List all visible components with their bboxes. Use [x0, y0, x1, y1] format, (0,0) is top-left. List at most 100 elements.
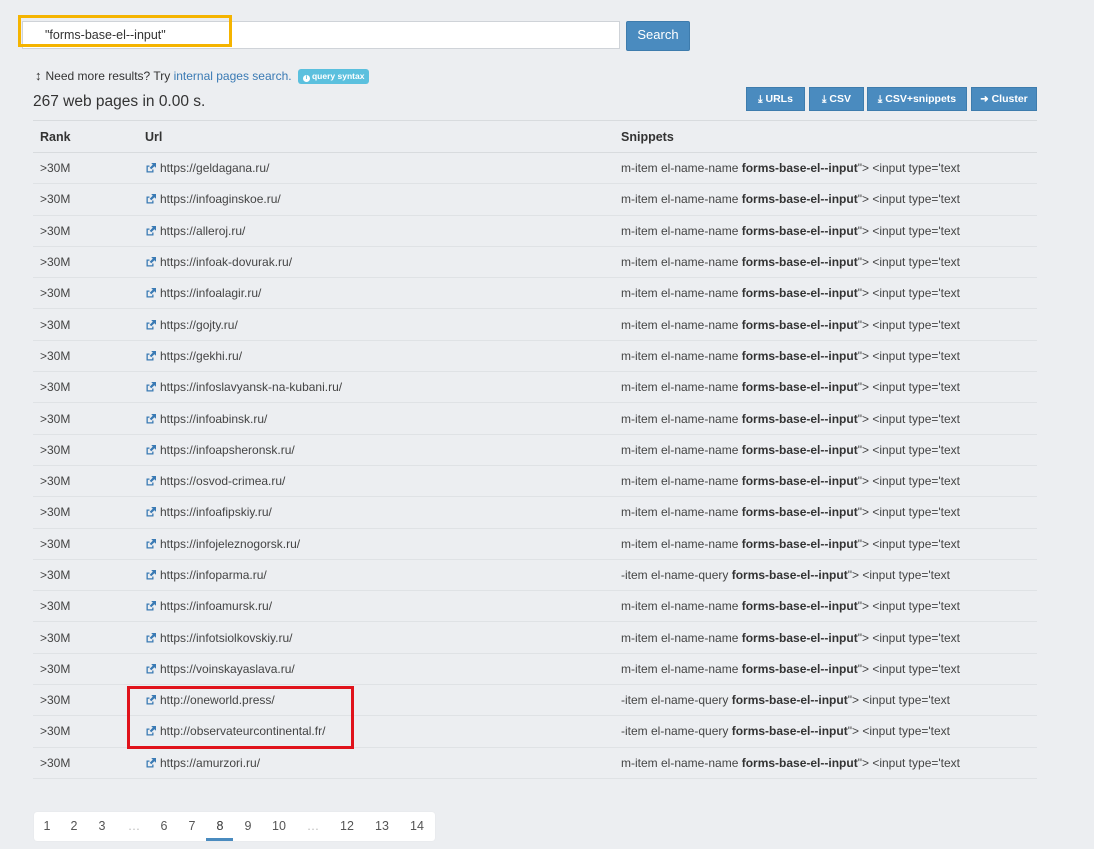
external-link-icon [146, 163, 156, 173]
external-link-icon [146, 570, 156, 580]
snippet-cell: -item el-name-query forms-base-el--input… [614, 715, 1037, 748]
snippet-match: forms-base-el--input [731, 724, 848, 739]
result-url-link[interactable]: https://infoalagir.ru/ [160, 286, 261, 300]
snippet-suffix: "> <input type='text [857, 474, 961, 489]
search-button[interactable]: Search [626, 21, 690, 51]
external-link-icon [146, 476, 156, 486]
snippet-cell: m-item el-name-name forms-base-el--input… [614, 371, 1037, 404]
snippet-prefix: m-item el-name-name [621, 505, 742, 520]
snippet-match: forms-base-el--input [741, 755, 858, 770]
snippet-prefix: m-item el-name-name [621, 630, 742, 645]
result-url-link[interactable]: http://oneworld.press/ [160, 693, 275, 707]
pagination-ellipsis: … [306, 819, 320, 833]
export-csv-snippets-button[interactable]: ⤓ CSV+snippets [867, 87, 967, 111]
snippet-match: forms-base-el--input [741, 161, 858, 176]
rank-cell: >30M [33, 465, 138, 498]
result-url-link[interactable]: https://infoak-dovurak.ru/ [160, 255, 292, 269]
column-header-rank: Rank [33, 120, 138, 153]
query-syntax-label: query syntax [311, 71, 365, 81]
result-url-link[interactable]: https://infoafipskiy.ru/ [160, 505, 272, 519]
table-row: >30M http://oneworld.press/ -item el-name-… [33, 684, 1037, 717]
table-row: >30M https://infoaginskoe.ru/m-item el-na… [33, 183, 1037, 216]
snippet-prefix: m-item el-name-name [621, 411, 742, 426]
result-url-link[interactable]: https://amurzori.ru/ [160, 756, 260, 770]
result-url-link[interactable]: https://infoabinsk.ru/ [160, 412, 267, 426]
result-count: 267 web pages in 0.00 s. [33, 93, 206, 110]
snippet-suffix: "> <input type='text [857, 317, 961, 332]
snippet-suffix: "> <input type='text [857, 599, 961, 614]
url-cell: http://observateurcontinental.fr/ [138, 715, 614, 748]
snippet-match: forms-base-el--input [741, 255, 858, 270]
more-results-hint: ↕ Need more results? Try internal pages s… [35, 68, 370, 84]
snippet-prefix: m-item el-name-name [621, 536, 742, 551]
result-url-link[interactable]: https://infoamursk.ru/ [160, 599, 272, 613]
export-urls-button[interactable]: ⤓ URLs [746, 87, 805, 111]
table-row: >30M https://amurzori.ru/m-item el-name-n… [33, 747, 1037, 779]
result-url-link[interactable]: https://voinskayaslava.ru/ [160, 662, 295, 676]
rank-cell: >30M [33, 684, 138, 717]
rank-cell: >30M [33, 277, 138, 310]
url-cell: https://infoapsheronsk.ru/ [138, 434, 614, 466]
rank-cell: >30M [33, 653, 138, 686]
rank-cell: >30M [33, 715, 138, 748]
page-link-6[interactable]: 6 [156, 819, 172, 833]
table-row: >30M https://gojty.ru/m-item el-name-name… [33, 308, 1037, 341]
result-url-link[interactable]: https://geldagana.ru/ [160, 161, 269, 175]
snippet-cell: m-item el-name-name forms-base-el--input… [614, 653, 1037, 686]
page-link-13[interactable]: 13 [374, 819, 390, 833]
export-csv-button[interactable]: ⤓ CSV [809, 87, 864, 111]
snippet-cell: m-item el-name-name forms-base-el--input… [614, 528, 1037, 560]
result-url-link[interactable]: https://alleroj.ru/ [160, 224, 245, 238]
snippet-suffix: "> <input type='text [857, 161, 961, 176]
snippet-prefix: m-item el-name-name [621, 474, 742, 489]
result-url-link[interactable]: https://gojty.ru/ [160, 318, 238, 332]
rank-cell: >30M [33, 747, 138, 779]
result-url-link[interactable]: https://infotsiolkovskiy.ru/ [160, 631, 293, 645]
page-link-7[interactable]: 7 [184, 819, 200, 833]
snippet-suffix: "> <input type='text [857, 192, 961, 207]
cluster-button[interactable]: ➜ Cluster [971, 87, 1037, 111]
url-cell: https://infoamursk.ru/ [138, 590, 614, 623]
result-url-link[interactable]: https://gekhi.ru/ [160, 349, 242, 363]
snippet-cell: m-item el-name-name forms-base-el--input… [614, 246, 1037, 279]
snippet-suffix: "> <input type='text [847, 724, 951, 739]
result-url-link[interactable]: https://infoslavyansk-na-kubani.ru/ [160, 380, 342, 394]
result-url-link[interactable]: http://observateurcontinental.fr/ [160, 724, 325, 738]
rank-cell: >30M [33, 152, 138, 185]
export-urls-label: URLs [765, 93, 793, 105]
page-link-8[interactable]: 8 [212, 819, 228, 833]
external-link-icon [146, 538, 156, 549]
page-link-2[interactable]: 2 [66, 819, 82, 833]
snippet-prefix: m-item el-name-name [621, 348, 742, 363]
table-row: >30M https://geldagana.ru/m-item el-name-… [33, 152, 1037, 185]
snippet-cell: m-item el-name-name forms-base-el--input… [614, 277, 1037, 310]
external-link-icon [146, 319, 156, 330]
table-row: >30M https://infoapsheronsk.ru/m-item el-… [33, 434, 1037, 466]
result-url-link[interactable]: https://osvod-crimea.ru/ [160, 474, 285, 488]
page-link-12[interactable]: 12 [339, 819, 355, 833]
external-link-icon [146, 413, 156, 424]
snippet-cell: m-item el-name-name forms-base-el--input… [614, 434, 1037, 466]
table-row: >30M https://infoabinsk.ru/m-item el-name… [33, 402, 1037, 435]
result-url-link[interactable]: https://infojeleznogorsk.ru/ [160, 537, 300, 551]
page-link-9[interactable]: 9 [240, 819, 256, 833]
result-url-link[interactable]: https://infoapsheronsk.ru/ [160, 443, 295, 457]
page-link-3[interactable]: 3 [94, 819, 110, 833]
snippet-suffix: "> <input type='text [857, 223, 961, 238]
rank-cell: >30M [33, 215, 138, 247]
rank-cell: >30M [33, 621, 138, 654]
search-input[interactable] [22, 21, 620, 49]
snippet-cell: m-item el-name-name forms-base-el--input… [614, 747, 1037, 779]
snippet-cell: m-item el-name-name forms-base-el--input… [614, 621, 1037, 654]
internal-pages-search-link[interactable]: internal pages search. [174, 69, 292, 83]
result-url-link[interactable]: https://infoaginskoe.ru/ [160, 192, 281, 206]
page-link-14[interactable]: 14 [409, 819, 425, 833]
page-link-10[interactable]: 10 [271, 819, 287, 833]
snippet-prefix: m-item el-name-name [621, 380, 742, 395]
snippet-suffix: "> <input type='text [857, 255, 961, 270]
page-link-1[interactable]: 1 [39, 819, 55, 833]
snippet-cell: m-item el-name-name forms-base-el--input… [614, 465, 1037, 498]
result-url-link[interactable]: https://infoparma.ru/ [160, 568, 267, 582]
external-link-icon [146, 257, 156, 267]
query-syntax-badge[interactable]: i query syntax [297, 69, 370, 84]
